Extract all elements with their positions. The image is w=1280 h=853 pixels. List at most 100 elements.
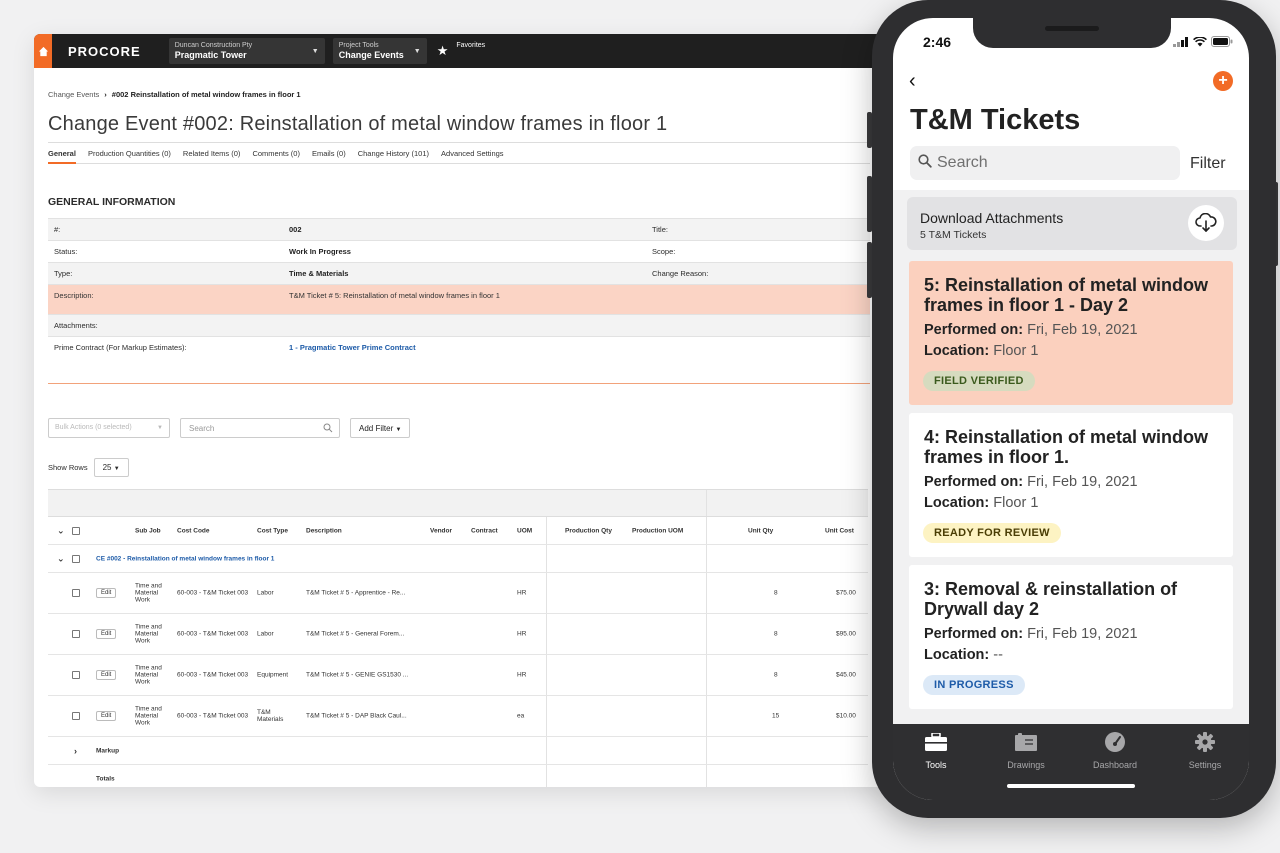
tab-change-history[interactable]: Change History (101) <box>358 149 429 158</box>
edit-button[interactable]: Edit <box>96 588 117 598</box>
info-label: Title: <box>646 218 870 241</box>
col-unit-qty[interactable]: Unit Qty <box>748 527 773 534</box>
search-placeholder: Search <box>937 154 988 171</box>
prime-contract-link[interactable]: 1 - Pragmatic Tower Prime Contract <box>283 336 646 359</box>
col-production-qty[interactable]: Production Qty <box>565 527 612 534</box>
tab-dashboard[interactable]: Dashboard <box>1080 730 1150 770</box>
performed-on: Performed on: Fri, Feb 19, 2021 <box>924 322 1138 338</box>
home-button[interactable] <box>34 34 52 68</box>
bulk-actions-dropdown[interactable]: Bulk Actions (0 selected) ▼ <box>48 417 170 438</box>
col-production-uom[interactable]: Production UOM <box>632 527 683 534</box>
group-checkbox[interactable] <box>72 554 80 563</box>
sub-job-cell: Time and Material Work <box>135 623 162 645</box>
show-rows-label: Show Rows <box>48 462 88 472</box>
tab-production-quantities[interactable]: Production Quantities (0) <box>88 149 171 158</box>
cost-code-cell: 60-003 - T&M Ticket 003 <box>177 712 249 720</box>
info-value: T&M Ticket # 5: Reinstallation of metal … <box>283 284 646 315</box>
bottom-tab-bar: Tools Drawings Dashboard Settings <box>893 724 1249 800</box>
tab-related-items[interactable]: Related Items (0) <box>183 149 241 158</box>
ticket-card[interactable]: 4: Reinstallation of metal window frames… <box>909 413 1233 557</box>
chevron-down-icon[interactable]: ⌄ <box>57 553 65 564</box>
edit-button[interactable]: Edit <box>96 629 117 639</box>
col-description[interactable]: Description <box>306 527 342 534</box>
info-label: Status: <box>48 240 283 263</box>
table-row: Edit Time and Material Work 60-003 - T&M… <box>48 696 868 737</box>
ticket-search-input[interactable]: Search <box>910 146 1180 180</box>
row-checkbox[interactable] <box>72 671 80 679</box>
table-row: Edit Time and Material Work 60-003 - T&M… <box>48 614 868 655</box>
tab-emails[interactable]: Emails (0) <box>312 149 346 158</box>
show-rows-select[interactable]: 25 ▼ <box>93 457 129 477</box>
info-value: Time & Materials <box>283 262 646 285</box>
edit-button[interactable]: Edit <box>96 670 117 680</box>
tab-general[interactable]: General <box>48 149 76 164</box>
unit-cost-cell: $95.00 <box>836 630 856 638</box>
star-icon[interactable]: ★ <box>437 43 449 59</box>
info-label: Change Reason: <box>646 262 870 285</box>
tab-settings[interactable]: Settings <box>1170 730 1240 770</box>
col-vendor[interactable]: Vendor <box>430 527 452 534</box>
chevron-down-icon: ▼ <box>311 48 319 55</box>
filter-button[interactable]: Filter <box>1190 155 1226 173</box>
col-sub-job[interactable]: Sub Job <box>135 527 161 534</box>
back-chevron-icon[interactable]: ‹ <box>909 70 916 93</box>
unit-cost-cell: $10.00 <box>836 712 856 720</box>
tool-selector[interactable]: Project Tools Change Events ▼ <box>332 38 427 64</box>
cost-type-cell: Equipment <box>257 671 289 679</box>
col-cost-code[interactable]: Cost Code <box>177 527 210 534</box>
download-attachments-bar[interactable]: Download Attachments 5 T&M Tickets <box>907 197 1237 250</box>
change-event-group-link[interactable]: CE #002 - Reinstallation of metal window… <box>96 555 274 562</box>
cloud-download-icon[interactable] <box>1188 205 1224 241</box>
home-indicator <box>1007 784 1135 788</box>
col-cost-type[interactable]: Cost Type <box>257 527 288 534</box>
ticket-card[interactable]: 3: Removal & reinstallation of Drywall d… <box>909 565 1233 709</box>
row-checkbox[interactable] <box>72 712 80 720</box>
col-contract[interactable]: Contract <box>471 527 498 534</box>
chevron-down-icon: ▼ <box>413 48 421 55</box>
procore-logo[interactable]: PROCORE <box>68 44 141 59</box>
uom-cell: ea <box>517 712 525 720</box>
performed-on: Performed on: Fri, Feb 19, 2021 <box>924 474 1138 490</box>
status-badge: FIELD VERIFIED <box>923 371 1035 391</box>
tab-comments[interactable]: Comments (0) <box>252 149 300 158</box>
performed-on-date: Fri, Feb 19, 2021 <box>1027 322 1138 338</box>
cost-type-cell: Labor <box>257 589 274 597</box>
wifi-icon <box>1193 36 1207 46</box>
col-uom[interactable]: UOM <box>517 527 532 534</box>
location-value: Floor 1 <box>993 495 1039 511</box>
status-badge: IN PROGRESS <box>923 675 1025 695</box>
breadcrumb-current: #002 Reinstallation of metal window fram… <box>111 90 301 99</box>
breadcrumb: Change Events › #002 Reinstallation of m… <box>48 90 870 99</box>
favorites-link[interactable]: Favorites <box>456 42 485 49</box>
grid-search-input[interactable]: Search <box>180 417 340 438</box>
info-row-prime-contract: Prime Contract (For Markup Estimates): 1… <box>48 336 870 359</box>
row-checkbox[interactable] <box>72 589 80 597</box>
unit-cost-cell: $45.00 <box>836 671 856 679</box>
chevron-down-icon[interactable]: ⌄ <box>57 525 65 536</box>
tool-name: Change Events <box>338 50 404 60</box>
cost-type-cell: Labor <box>257 630 274 638</box>
sub-job-cell: Time and Material Work <box>135 582 162 604</box>
tab-drawings[interactable]: Drawings <box>991 730 1061 770</box>
unit-qty-cell: 8 <box>774 671 778 679</box>
performed-on-label: Performed on: <box>924 474 1024 490</box>
chevron-right-icon[interactable]: › <box>74 746 77 756</box>
tab-bar: General Production Quantities (0) Relate… <box>48 142 870 164</box>
row-checkbox[interactable] <box>72 630 80 638</box>
tab-advanced-settings[interactable]: Advanced Settings <box>441 149 504 158</box>
tab-label: Settings <box>1188 760 1222 770</box>
bulk-actions-label: Bulk Actions (0 selected) <box>55 423 132 431</box>
add-filter-label: Add Filter <box>359 423 394 433</box>
col-unit-cost[interactable]: Unit Cost <box>825 527 854 534</box>
info-label <box>646 284 870 315</box>
breadcrumb-parent[interactable]: Change Events <box>48 90 99 99</box>
unit-qty-cell: 8 <box>774 630 778 638</box>
add-ticket-button[interactable]: + <box>1213 71 1233 91</box>
info-row-status: Status: Work In Progress Scope: <box>48 240 870 263</box>
project-selector[interactable]: Duncan Construction Pty Pragmatic Tower … <box>168 38 325 64</box>
ticket-card[interactable]: 5: Reinstallation of metal window frames… <box>909 261 1233 405</box>
tab-tools[interactable]: Tools <box>901 730 971 770</box>
add-filter-button[interactable]: Add Filter ▼ <box>350 417 411 438</box>
edit-button[interactable]: Edit <box>96 711 117 721</box>
select-all-checkbox[interactable] <box>72 526 80 535</box>
